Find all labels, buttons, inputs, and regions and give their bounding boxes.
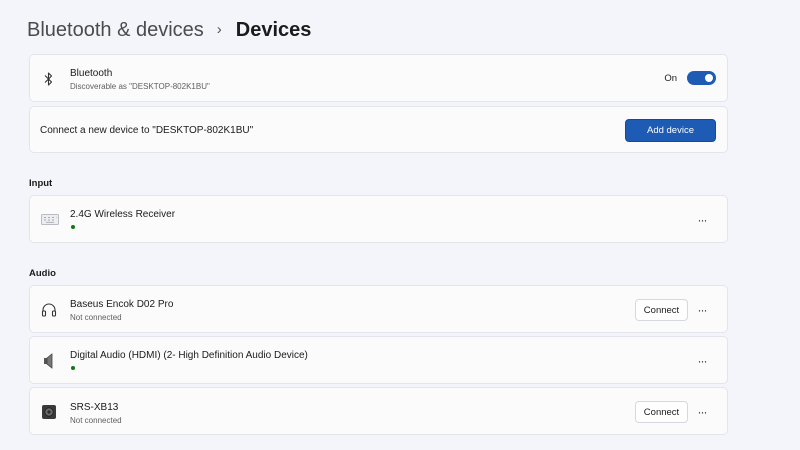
headphones-icon [40, 301, 58, 319]
keyboard-icon [40, 213, 60, 226]
audio-section-label: Audio [29, 268, 56, 279]
more-options-button[interactable]: ··· [695, 405, 709, 419]
bluetooth-speaker-icon [40, 403, 58, 421]
bluetooth-icon [42, 71, 54, 87]
connected-status-dot [71, 366, 75, 370]
device-row-hdmi-audio[interactable]: Digital Audio (HDMI) (2- High Definition… [29, 336, 728, 384]
bluetooth-subtitle: Discoverable as "DESKTOP-802K1BU" [70, 82, 210, 91]
bluetooth-toggle[interactable] [687, 71, 716, 85]
breadcrumb: Bluetooth & devices › Devices [27, 16, 311, 44]
speaker-icon [41, 352, 57, 370]
more-options-button[interactable]: ··· [695, 213, 709, 227]
device-name: SRS-XB13 [70, 402, 119, 413]
connect-button[interactable]: Connect [635, 401, 688, 423]
device-row-baseus[interactable]: Baseus Encok D02 Pro Not connected Conne… [29, 285, 728, 333]
device-status: Not connected [70, 313, 122, 322]
toggle-knob [705, 74, 713, 82]
connected-status-dot [71, 225, 75, 229]
more-options-button[interactable]: ··· [695, 354, 709, 368]
device-row-srs-xb13[interactable]: SRS-XB13 Not connected Connect ··· [29, 387, 728, 435]
connect-button[interactable]: Connect [635, 299, 688, 321]
bluetooth-card: Bluetooth Discoverable as "DESKTOP-802K1… [29, 54, 728, 102]
device-name: Baseus Encok D02 Pro [70, 299, 174, 310]
device-status: Not connected [70, 416, 122, 425]
connect-new-device-card: Connect a new device to "DESKTOP-802K1BU… [29, 106, 728, 153]
connect-new-device-text: Connect a new device to "DESKTOP-802K1BU… [40, 125, 254, 136]
breadcrumb-separator: › [216, 20, 222, 38]
page-title: Devices [235, 18, 312, 41]
device-row-wireless-receiver[interactable]: 2.4G Wireless Receiver ··· [29, 195, 728, 243]
add-device-button[interactable]: Add device [625, 119, 716, 142]
bluetooth-title: Bluetooth [70, 68, 113, 79]
device-name: Digital Audio (HDMI) (2- High Definition… [70, 350, 308, 361]
more-options-button[interactable]: ··· [695, 303, 709, 317]
bluetooth-toggle-label: On [664, 73, 677, 84]
input-section-label: Input [29, 178, 53, 189]
breadcrumb-parent-link[interactable]: Bluetooth & devices [27, 19, 204, 42]
device-name: 2.4G Wireless Receiver [70, 209, 176, 220]
